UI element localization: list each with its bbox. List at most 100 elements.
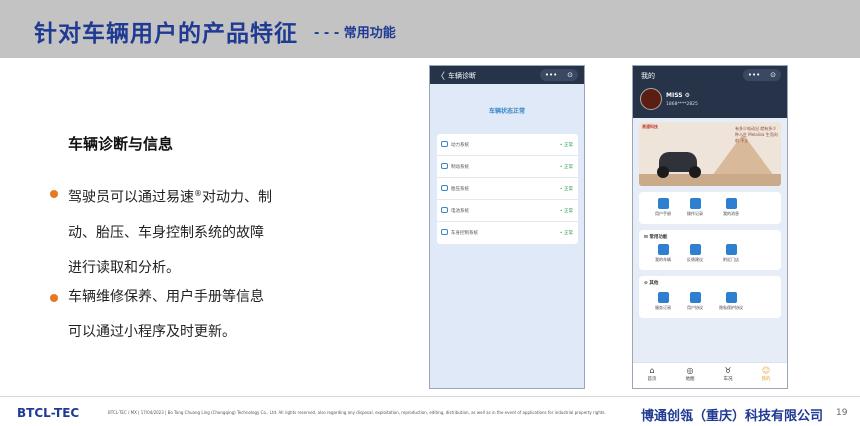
quick-actions-card: 用户手册 操作记录 我的消息 [639,192,781,224]
vehicle-icon [657,244,669,255]
battery-icon [441,207,448,213]
tab-map[interactable]: ◎ 地图 [675,366,705,382]
feedback-icon [689,244,701,255]
privacy-policy-button[interactable]: 隐私保护协议 [715,292,747,311]
diagnosis-list: 动力系统 • 正常 制动系统 • 正常 胎压系统 • 正常 电池系统 • 正常 … [437,134,578,244]
bullet-line: 动、胎压、车身控制系统的故障 [68,224,264,241]
feedback-button[interactable]: 反馈建议 [679,244,711,263]
engine-icon [441,141,448,147]
user-manual-button[interactable]: 用户手册 [647,198,679,217]
profile-header: 我的 ••• ⊙ MISS ⚙ 1868****2825 [633,66,787,118]
item-label: 我的消息 [723,211,739,216]
row-status: • 正常 [559,165,573,170]
diagnosis-nav-bar: 〈 车辆诊断 ••• ⊙ [430,66,584,84]
row-label: 车身控制系统 [451,231,478,236]
item-label: 操作记录 [687,211,703,216]
common-functions-card: ⊞ 常用功能 我的车辆 反馈建议 附近门店 [639,230,781,270]
section-header: ⊙ 其他 [644,281,659,286]
item-label: 我的车辆 [655,257,671,262]
user-icon: ☺ [761,366,771,375]
operation-log-button[interactable]: 操作记录 [679,198,711,217]
diagnosis-row[interactable]: 电池系统 • 正常 [437,200,578,222]
close-icon[interactable]: ⊙ [770,71,776,79]
privacy-icon [725,292,737,303]
footer-company: 博通创瓴（重庆）科技有限公司 [641,409,824,424]
diagnosis-title: 车辆诊断 [448,72,476,80]
my-vehicle-button[interactable]: 我的车辆 [647,244,679,263]
footer-divider [0,396,860,397]
message-icon [725,198,737,209]
diagnosis-row[interactable]: 动力系统 • 正常 [437,134,578,156]
map-icon: ◎ [686,366,694,375]
tab-me[interactable]: ☺ 我的 [751,366,781,382]
row-status: • 正常 [559,187,573,192]
avatar[interactable] [640,88,662,110]
miniprogram-capsule[interactable]: ••• ⊙ [540,69,578,81]
tire-pressure-icon [441,185,448,191]
slide-subtitle: - - - 常用功能 [314,26,396,41]
bullet-line: 驾驶员可以通过易速®对动力、制 [68,189,272,206]
user-name: MISS ⚙ [666,92,691,99]
banner-logo: 易速科技 [642,124,658,129]
tab-label: 首页 [647,377,657,382]
footer-copyright: BTCL-TEC / MX | 17/04/2023 | Bo Tong Chu… [108,410,606,415]
slide-title: 针对车辆用户的产品特征 [34,21,298,47]
row-label: 电池系统 [451,209,469,214]
user-agreement-button[interactable]: 用户协议 [679,292,711,311]
row-label: 制动系统 [451,165,469,170]
item-label: 附近门店 [723,257,739,262]
log-icon [689,198,701,209]
bottom-tab-bar: ⌂ 首页 ◎ 地图 ♉ 车况 ☺ 我的 [633,362,787,388]
agreement-icon [689,292,701,303]
diagnosis-row[interactable]: 胎压系统 • 正常 [437,178,578,200]
close-icon[interactable]: ⊙ [567,71,573,79]
more-icon[interactable]: ••• [545,71,557,79]
vehicle-status-text: 车辆状态正常 [488,108,525,115]
phone-profile-screenshot: 我的 ••• ⊙ MISS ⚙ 1868****2825 易速科技 有多少电动出… [632,65,788,389]
row-label: 胎压系统 [451,187,469,192]
tab-label: 车况 [723,377,733,382]
bullet-dot [50,190,58,198]
slide-header: 针对车辆用户的产品特征 - - - 常用功能 [0,0,860,58]
nearby-stores-button[interactable]: 附近门店 [715,244,747,263]
item-label: 反馈建议 [687,257,703,262]
tab-home[interactable]: ⌂ 首页 [637,366,667,382]
back-icon[interactable]: 〈 [436,69,445,82]
vehicle-status-icon: ♉ [724,366,732,375]
item-label: 服务订阅 [655,305,671,310]
row-status: • 正常 [559,231,573,236]
profile-title: 我的 [641,72,655,80]
scooter-wheel [689,166,701,178]
user-phone: 1868****2825 [666,102,698,107]
footer-brand: BTCL-TEC [17,406,80,420]
diagnosis-row[interactable]: 车身控制系统 • 正常 [437,222,578,244]
tab-vehicle-status[interactable]: ♉ 车况 [713,366,743,382]
banner-text: 有多少电动出 就有多少种人生 Melalisa 生而向前 不止 [735,126,778,143]
promo-banner[interactable]: 易速科技 有多少电动出 就有多少种人生 Melalisa 生而向前 不止 [639,122,781,186]
service-subscription-button[interactable]: 服务订阅 [647,292,679,311]
body-control-icon [441,229,448,235]
tab-label: 地图 [685,377,695,382]
item-label: 用户协议 [687,305,703,310]
bullet-line: 车辆维修保养、用户手册等信息 [68,289,264,305]
phone-diagnosis-screenshot: 〈 车辆诊断 ••• ⊙ 车辆状态正常 动力系统 • 正常 制动系统 • 正常 … [429,65,585,389]
page-number: 19 [836,408,848,418]
other-card: ⊙ 其他 服务订阅 用户协议 隐私保护协议 [639,276,781,318]
more-icon[interactable]: ••• [748,71,760,79]
home-icon: ⌂ [649,366,655,375]
row-status: • 正常 [559,209,573,214]
bullet-line: 可以通过小程序及时更新。 [68,324,236,340]
scooter-wheel [657,166,669,178]
manual-icon [657,198,669,209]
tab-label: 我的 [761,377,771,382]
store-icon [725,244,737,255]
item-label: 用户手册 [655,211,671,216]
bullet-dot [50,294,58,302]
my-messages-button[interactable]: 我的消息 [715,198,747,217]
row-status: • 正常 [559,143,573,148]
section-header: ⊞ 常用功能 [644,235,668,240]
row-label: 动力系统 [451,143,469,148]
diagnosis-row[interactable]: 制动系统 • 正常 [437,156,578,178]
subscription-icon [657,292,669,303]
miniprogram-capsule[interactable]: ••• ⊙ [743,69,781,81]
